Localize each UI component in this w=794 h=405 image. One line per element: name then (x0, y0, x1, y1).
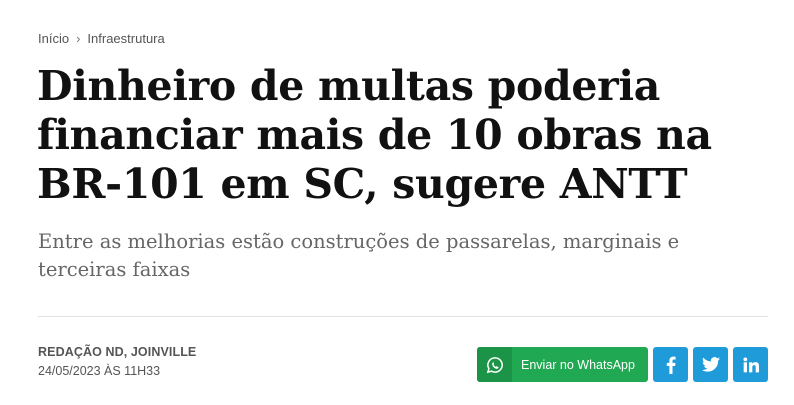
linkedin-icon (742, 356, 759, 373)
share-bar: Enviar no WhatsApp (477, 347, 768, 382)
whatsapp-icon (477, 347, 512, 382)
article-subtitle: Entre as melhorias estão construções de … (38, 230, 680, 281)
linkedin-share-button[interactable] (733, 347, 768, 382)
facebook-icon (666, 356, 676, 374)
article-date: 24/05/2023 ÀS 11H33 (38, 364, 161, 378)
whatsapp-share-label: Enviar no WhatsApp (521, 357, 635, 372)
divider (38, 316, 768, 317)
breadcrumb-home-link[interactable]: Início (38, 31, 69, 46)
article-title: Dinheiro de multas poderia financiar mai… (37, 62, 712, 208)
twitter-icon (701, 357, 720, 372)
breadcrumb-separator: › (76, 31, 81, 46)
byline: REDAÇÃO ND, JOINVILLE 24/05/2023 ÀS 11H3… (38, 345, 196, 378)
whatsapp-share-button[interactable]: Enviar no WhatsApp (477, 347, 648, 382)
facebook-share-button[interactable] (653, 347, 688, 382)
twitter-share-button[interactable] (693, 347, 728, 382)
breadcrumb: Início › Infraestrutura (38, 31, 165, 46)
article-author: REDAÇÃO ND, JOINVILLE (38, 345, 197, 359)
breadcrumb-section-link[interactable]: Infraestrutura (87, 31, 164, 46)
